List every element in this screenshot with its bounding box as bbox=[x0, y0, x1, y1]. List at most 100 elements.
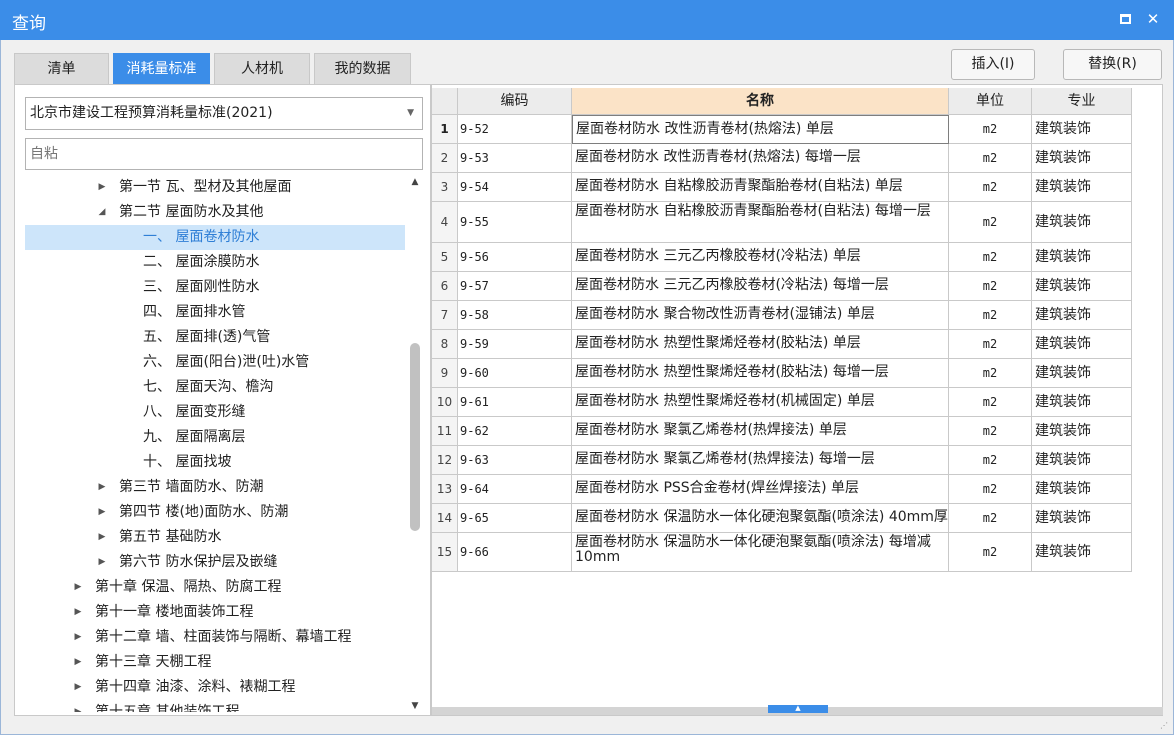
major-cell[interactable]: 建筑装饰 bbox=[1032, 475, 1132, 504]
name-cell[interactable]: 屋面卷材防水 三元乙丙橡胶卷材(冷粘法) 单层 bbox=[572, 243, 949, 272]
tab-bill[interactable]: 清单 bbox=[14, 53, 109, 84]
major-cell[interactable]: 建筑装饰 bbox=[1032, 417, 1132, 446]
unit-cell[interactable]: m2 bbox=[949, 446, 1032, 475]
tree-item[interactable]: 三、 屋面刚性防水 bbox=[25, 275, 405, 300]
maximize-icon[interactable] bbox=[1117, 10, 1135, 28]
table-row[interactable]: 9 9-60 屋面卷材防水 热塑性聚烯烃卷材(胶粘法) 每增一层 m2 建筑装饰 bbox=[432, 359, 1132, 388]
name-cell[interactable]: 屋面卷材防水 聚合物改性沥青卷材(湿铺法) 单层 bbox=[572, 301, 949, 330]
major-cell[interactable]: 建筑装饰 bbox=[1032, 330, 1132, 359]
name-cell[interactable]: 屋面卷材防水 三元乙丙橡胶卷材(冷粘法) 每增一层 bbox=[572, 272, 949, 301]
tree-item[interactable]: ▶ 第四节 楼(地)面防水、防潮 bbox=[25, 500, 405, 525]
tree-item[interactable]: 十、 屋面找坡 bbox=[25, 450, 405, 475]
major-cell[interactable]: 建筑装饰 bbox=[1032, 301, 1132, 330]
tree-item[interactable]: ▶ 第十章 保温、隔热、防腐工程 bbox=[25, 575, 405, 600]
tree-item[interactable]: ▶ 第十三章 天棚工程 bbox=[25, 650, 405, 675]
unit-cell[interactable]: m2 bbox=[949, 475, 1032, 504]
insert-button[interactable]: 插入(I) bbox=[951, 49, 1035, 80]
expand-arrow-icon[interactable]: ▶ bbox=[73, 600, 83, 625]
tree-item[interactable]: 四、 屋面排水管 bbox=[25, 300, 405, 325]
row-number[interactable]: 12 bbox=[432, 446, 458, 475]
unit-cell[interactable]: m2 bbox=[949, 202, 1032, 243]
horizontal-scrollbar[interactable]: ▲ bbox=[432, 705, 1163, 715]
tree-item[interactable]: ▶ 第十四章 油漆、涂料、裱糊工程 bbox=[25, 675, 405, 700]
expand-arrow-icon[interactable]: ▶ bbox=[97, 550, 107, 575]
scroll-up-icon[interactable]: ▲ bbox=[408, 175, 422, 189]
unit-cell[interactable]: m2 bbox=[949, 272, 1032, 301]
code-cell[interactable]: 9-54 bbox=[458, 173, 572, 202]
tree-item[interactable]: ◢ 第二节 屋面防水及其他 bbox=[25, 200, 405, 225]
unit-cell[interactable]: m2 bbox=[949, 330, 1032, 359]
code-cell[interactable]: 9-59 bbox=[458, 330, 572, 359]
expand-arrow-icon[interactable]: ▶ bbox=[73, 575, 83, 600]
tree-item[interactable]: 二、 屋面涂膜防水 bbox=[25, 250, 405, 275]
tree-item[interactable]: 六、 屋面(阳台)泄(吐)水管 bbox=[25, 350, 405, 375]
table-row[interactable]: 3 9-54 屋面卷材防水 自粘橡胶沥青聚酯胎卷材(自粘法) 单层 m2 建筑装饰 bbox=[432, 173, 1132, 202]
unit-cell[interactable]: m2 bbox=[949, 359, 1032, 388]
table-row[interactable]: 13 9-64 屋面卷材防水 PSS合金卷材(焊丝焊接法) 单层 m2 建筑装饰 bbox=[432, 475, 1132, 504]
header-unit[interactable]: 单位 bbox=[949, 88, 1032, 115]
major-cell[interactable]: 建筑装饰 bbox=[1032, 504, 1132, 533]
major-cell[interactable]: 建筑装饰 bbox=[1032, 173, 1132, 202]
major-cell[interactable]: 建筑装饰 bbox=[1032, 272, 1132, 301]
unit-cell[interactable]: m2 bbox=[949, 417, 1032, 446]
tree-item[interactable]: 五、 屋面排(透)气管 bbox=[25, 325, 405, 350]
expand-arrow-icon[interactable]: ▶ bbox=[73, 675, 83, 700]
row-number[interactable]: 9 bbox=[432, 359, 458, 388]
code-cell[interactable]: 9-64 bbox=[458, 475, 572, 504]
code-cell[interactable]: 9-52 bbox=[458, 115, 572, 144]
code-cell[interactable]: 9-61 bbox=[458, 388, 572, 417]
name-cell[interactable]: 屋面卷材防水 热塑性聚烯烃卷材(机械固定) 单层 bbox=[572, 388, 949, 417]
name-cell[interactable]: 屋面卷材防水 改性沥青卷材(热熔法) 单层 bbox=[572, 115, 949, 144]
replace-button[interactable]: 替换(R) bbox=[1063, 49, 1162, 80]
row-number[interactable]: 4 bbox=[432, 202, 458, 243]
table-row[interactable]: 12 9-63 屋面卷材防水 聚氯乙烯卷材(热焊接法) 每增一层 m2 建筑装饰 bbox=[432, 446, 1132, 475]
row-number[interactable]: 2 bbox=[432, 144, 458, 173]
code-cell[interactable]: 9-56 bbox=[458, 243, 572, 272]
code-cell[interactable]: 9-60 bbox=[458, 359, 572, 388]
tree-item[interactable]: 七、 屋面天沟、檐沟 bbox=[25, 375, 405, 400]
table-row[interactable]: 10 9-61 屋面卷材防水 热塑性聚烯烃卷材(机械固定) 单层 m2 建筑装饰 bbox=[432, 388, 1132, 417]
code-cell[interactable]: 9-57 bbox=[458, 272, 572, 301]
tree-item[interactable]: 一、 屋面卷材防水 bbox=[25, 225, 405, 250]
table-row[interactable]: 15 9-66 屋面卷材防水 保温防水一体化硬泡聚氨酯(喷涂法) 每增减10mm m2… bbox=[432, 533, 1132, 572]
row-number[interactable]: 8 bbox=[432, 330, 458, 359]
unit-cell[interactable]: m2 bbox=[949, 533, 1032, 572]
expand-arrow-icon[interactable]: ▶ bbox=[73, 650, 83, 675]
expand-arrow-icon[interactable]: ▶ bbox=[73, 700, 83, 712]
major-cell[interactable]: 建筑装饰 bbox=[1032, 202, 1132, 243]
tab-my-data[interactable]: 我的数据 bbox=[314, 53, 411, 84]
expand-arrow-icon[interactable]: ▶ bbox=[73, 625, 83, 650]
code-cell[interactable]: 9-55 bbox=[458, 202, 572, 243]
major-cell[interactable]: 建筑装饰 bbox=[1032, 359, 1132, 388]
row-number[interactable]: 1 bbox=[432, 115, 458, 144]
tab-consumption-standard[interactable]: 消耗量标准 bbox=[113, 53, 210, 84]
code-cell[interactable]: 9-66 bbox=[458, 533, 572, 572]
name-cell[interactable]: 屋面卷材防水 改性沥青卷材(热熔法) 每增一层 bbox=[572, 144, 949, 173]
tree-item[interactable]: ▶ 第一节 瓦、型材及其他屋面 bbox=[25, 175, 405, 200]
major-cell[interactable]: 建筑装饰 bbox=[1032, 243, 1132, 272]
expand-arrow-icon[interactable]: ▶ bbox=[97, 500, 107, 525]
row-number[interactable]: 10 bbox=[432, 388, 458, 417]
major-cell[interactable]: 建筑装饰 bbox=[1032, 144, 1132, 173]
tree-item[interactable]: 九、 屋面隔离层 bbox=[25, 425, 405, 450]
major-cell[interactable]: 建筑装饰 bbox=[1032, 446, 1132, 475]
major-cell[interactable]: 建筑装饰 bbox=[1032, 533, 1132, 572]
unit-cell[interactable]: m2 bbox=[949, 504, 1032, 533]
name-cell[interactable]: 屋面卷材防水 热塑性聚烯烃卷材(胶粘法) 每增一层 bbox=[572, 359, 949, 388]
code-cell[interactable]: 9-53 bbox=[458, 144, 572, 173]
chevron-down-icon[interactable]: ▼ bbox=[407, 98, 414, 129]
major-cell[interactable]: 建筑装饰 bbox=[1032, 115, 1132, 144]
expand-arrow-icon[interactable]: ▶ bbox=[97, 525, 107, 550]
tab-labor-material-machine[interactable]: 人材机 bbox=[214, 53, 310, 84]
row-number[interactable]: 14 bbox=[432, 504, 458, 533]
header-code[interactable]: 编码 bbox=[458, 88, 572, 115]
name-cell[interactable]: 屋面卷材防水 聚氯乙烯卷材(热焊接法) 单层 bbox=[572, 417, 949, 446]
scroll-down-icon[interactable]: ▼ bbox=[408, 699, 422, 713]
resize-grip-icon[interactable]: ⋰ bbox=[1160, 721, 1170, 731]
table-row[interactable]: 6 9-57 屋面卷材防水 三元乙丙橡胶卷材(冷粘法) 每增一层 m2 建筑装饰 bbox=[432, 272, 1132, 301]
name-cell[interactable]: 屋面卷材防水 自粘橡胶沥青聚酯胎卷材(自粘法) 每增一层 bbox=[572, 202, 949, 243]
unit-cell[interactable]: m2 bbox=[949, 243, 1032, 272]
row-number[interactable]: 11 bbox=[432, 417, 458, 446]
tree-item[interactable]: ▶ 第十五章 其他装饰工程 bbox=[25, 700, 405, 712]
major-cell[interactable]: 建筑装饰 bbox=[1032, 388, 1132, 417]
